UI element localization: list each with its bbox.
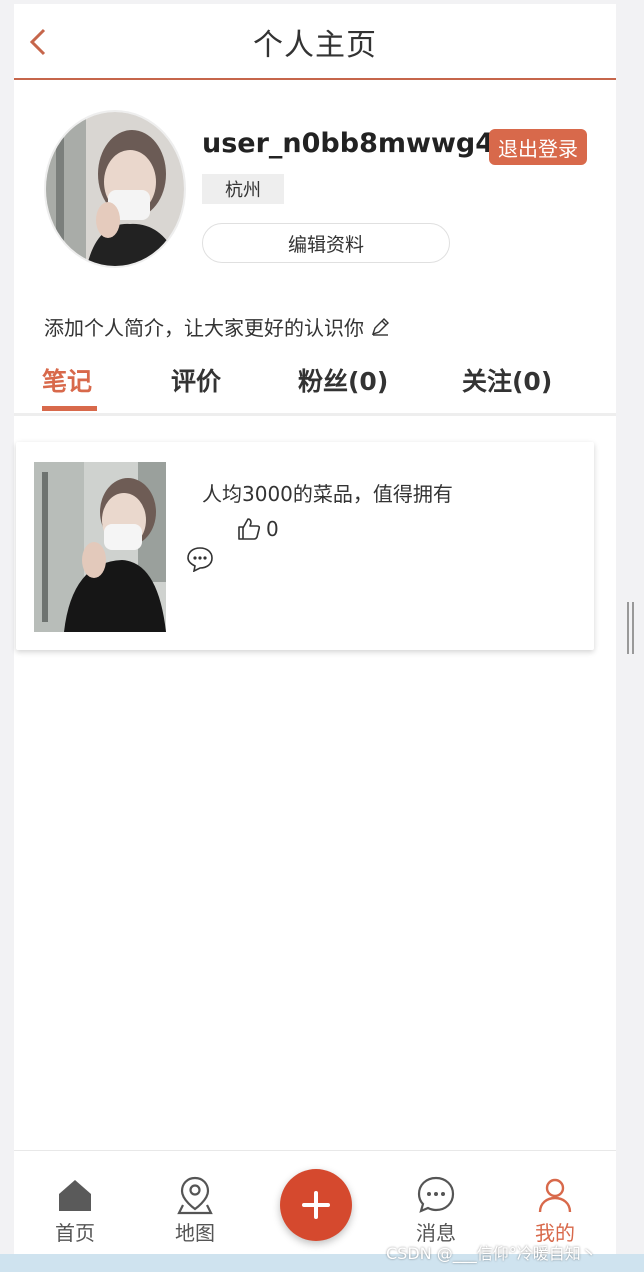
- watermark: CSDN @___信仰°冷暖自知丶: [386, 1244, 597, 1263]
- nav-profile[interactable]: 我的: [520, 1175, 590, 1246]
- profile-tabs: 笔记 评价 粉丝(0) 关注(0): [14, 356, 616, 416]
- phone-screen: 个人主页 user_n0bb8mwwg4 退出登录 杭州 编辑资料 添加个人简介…: [14, 4, 616, 1264]
- avatar-photo: [46, 112, 184, 266]
- comment-button[interactable]: [186, 546, 214, 576]
- active-tab-indicator: [42, 406, 97, 411]
- nav-home[interactable]: 首页: [40, 1175, 110, 1246]
- user-icon: [538, 1178, 572, 1213]
- home-icon: [59, 1180, 91, 1211]
- tab-fans[interactable]: 粉丝(0): [298, 362, 388, 398]
- bio-row[interactable]: 添加个人简介，让大家更好的认识你: [44, 312, 390, 341]
- logout-button[interactable]: 退出登录: [489, 129, 587, 165]
- note-photo: [34, 462, 166, 632]
- city-tag: 杭州: [202, 174, 284, 204]
- username: user_n0bb8mwwg4: [202, 128, 495, 159]
- edit-profile-button[interactable]: 编辑资料: [202, 223, 450, 263]
- tab-reviews[interactable]: 评价: [171, 362, 221, 398]
- plus-icon: [302, 1191, 330, 1219]
- comment-icon: [187, 547, 213, 573]
- nav-messages[interactable]: 消息: [401, 1175, 471, 1246]
- nav-map-label: 地图: [175, 1221, 215, 1245]
- add-post-button[interactable]: [280, 1169, 352, 1241]
- nav-map[interactable]: 地图: [160, 1175, 230, 1246]
- note-card[interactable]: 人均3000的菜品，值得拥有 0: [16, 442, 594, 650]
- nav-home-label: 首页: [55, 1221, 95, 1245]
- bio-placeholder: 添加个人简介，让大家更好的认识你: [44, 316, 364, 340]
- like-count: 0: [266, 517, 279, 541]
- thumbs-up-icon: [238, 518, 261, 540]
- tab-notes[interactable]: 笔记: [42, 362, 92, 398]
- pencil-icon: [371, 317, 389, 336]
- top-bar: 个人主页: [14, 4, 616, 80]
- page-title: 个人主页: [253, 28, 377, 63]
- tab-following[interactable]: 关注(0): [462, 362, 552, 398]
- note-thumbnail[interactable]: [34, 462, 166, 632]
- like-button[interactable]: 0: [236, 516, 279, 542]
- scrollbar-grip[interactable]: [626, 602, 636, 654]
- chat-icon: [417, 1176, 455, 1213]
- note-title: 人均3000的菜品，值得拥有: [202, 482, 453, 506]
- avatar[interactable]: [44, 110, 186, 268]
- map-pin-icon: [177, 1176, 213, 1215]
